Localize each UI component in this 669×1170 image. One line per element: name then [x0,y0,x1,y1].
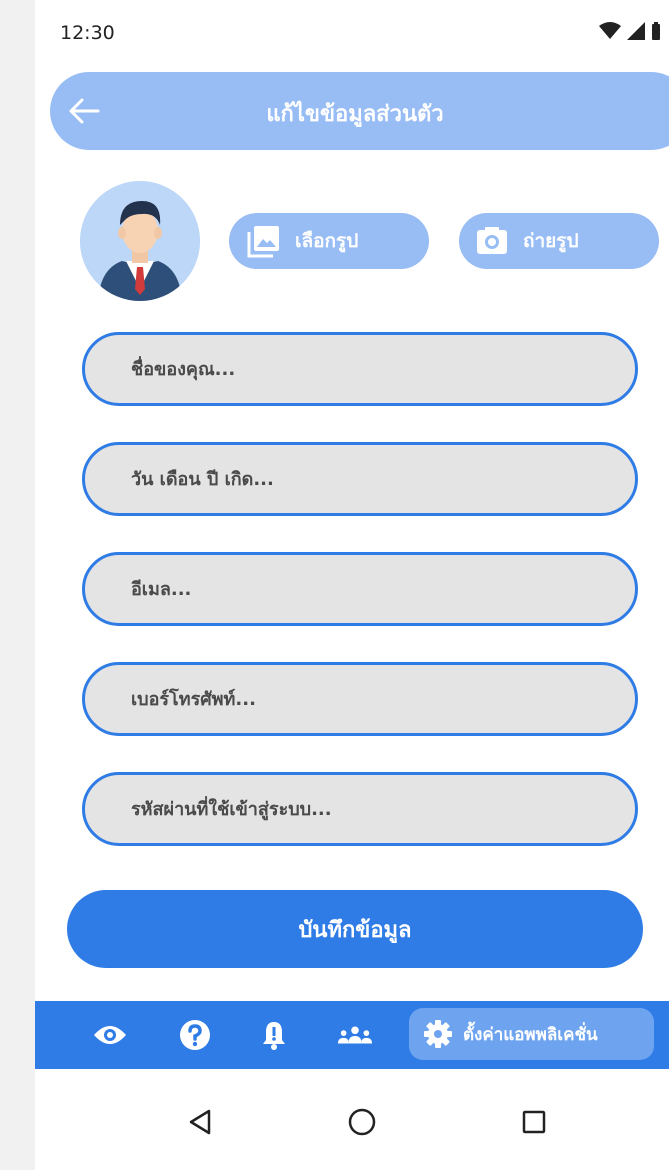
birthdate-input[interactable] [85,445,635,513]
take-photo-button[interactable]: ถ่ายรูป [459,213,659,269]
camera-icon [475,224,509,258]
back-triangle-icon[interactable] [185,1107,215,1137]
password-field[interactable] [82,772,638,846]
home-circle-icon[interactable] [347,1107,377,1137]
nav-item-settings-label: ตั้งค่าแอพพลิเคชั่น [463,1024,598,1045]
app-header: แก้ไขข้อมูลส่วนตัว [50,72,669,150]
password-input[interactable] [85,775,635,843]
recents-square-icon[interactable] [519,1107,549,1137]
name-field[interactable] [82,332,638,406]
page-title: แก้ไขข้อมูลส่วนตัว [266,102,444,127]
phone-screen: 12:30 แก้ไขข้อมูลส่วนตัว เลือกรูป ถ่ายรู… [35,0,669,1170]
system-nav-bar [35,1069,669,1170]
users-icon[interactable] [337,1017,373,1053]
take-photo-label: ถ่ายรูป [523,230,579,252]
battery-icon [652,22,660,40]
bottom-nav: ตั้งค่าแอพพลิเคชั่น [35,1001,669,1069]
status-bar: 12:30 [35,0,669,70]
user-avatar-icon [80,181,200,301]
signal-icon [627,22,645,40]
save-button[interactable]: บันทึกข้อมูล [67,890,643,968]
email-field[interactable] [82,552,638,626]
phone-input[interactable] [85,665,635,733]
phone-field[interactable] [82,662,638,736]
gear-icon [423,1019,453,1049]
avatar[interactable] [80,181,200,301]
status-time: 12:30 [60,22,115,44]
wifi-icon [599,22,621,39]
bell-icon[interactable] [256,1017,292,1053]
name-input[interactable] [85,335,635,403]
help-icon[interactable] [177,1017,213,1053]
nav-item-settings[interactable]: ตั้งค่าแอพพลิเคชั่น [409,1008,654,1060]
image-icon [247,224,281,258]
status-icons [599,22,661,40]
choose-photo-label: เลือกรูป [295,230,359,252]
birthdate-field[interactable] [82,442,638,516]
eye-icon[interactable] [92,1017,128,1053]
email-input[interactable] [85,555,635,623]
choose-photo-button[interactable]: เลือกรูป [229,213,429,269]
